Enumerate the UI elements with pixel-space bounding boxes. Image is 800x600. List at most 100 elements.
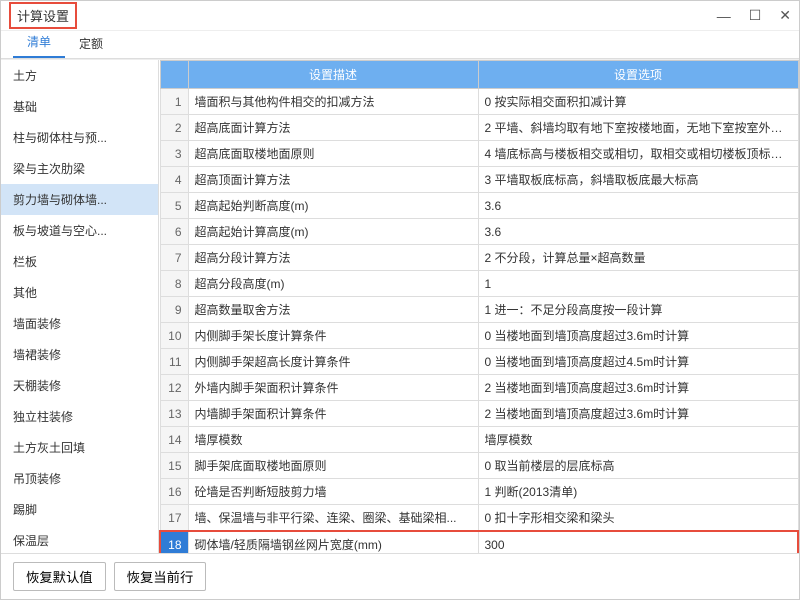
table-row[interactable]: 6超高起始计算高度(m)3.6: [160, 219, 798, 245]
sidebar-item-6[interactable]: 栏板: [1, 246, 158, 277]
settings-table: 设置描述 设置选项 1墙面积与其他构件相交的扣减方法0 按实际相交面积扣减计算2…: [159, 60, 799, 553]
row-option[interactable]: 1 判断(2013清单): [478, 479, 798, 505]
row-option[interactable]: 3.6: [478, 219, 798, 245]
table-row[interactable]: 9超高数量取舍方法1 进一：不足分段高度按一段计算: [160, 297, 798, 323]
restore-default-button[interactable]: 恢复默认值: [13, 562, 106, 591]
row-option[interactable]: 300: [478, 531, 798, 553]
sidebar-item-4[interactable]: 剪力墙与砌体墙...: [1, 184, 158, 215]
row-number: 18: [160, 531, 188, 553]
sidebar-item-13[interactable]: 吊顶装修: [1, 463, 158, 494]
table-row[interactable]: 17墙、保温墙与非平行梁、连梁、圈梁、基础梁相...0 扣十字形相交梁和梁头: [160, 505, 798, 532]
window-title: 计算设置: [9, 2, 77, 29]
table-row[interactable]: 12外墙内脚手架面积计算条件2 当楼地面到墙顶高度超过3.6m时计算: [160, 375, 798, 401]
sidebar-item-12[interactable]: 土方灰土回填: [1, 432, 158, 463]
row-number: 7: [160, 245, 188, 271]
table-row[interactable]: 18砌体墙/轻质隔墙钢丝网片宽度(mm)300: [160, 531, 798, 553]
table-row[interactable]: 16砼墙是否判断短肢剪力墙1 判断(2013清单): [160, 479, 798, 505]
row-option[interactable]: 0 当楼地面到墙顶高度超过4.5m时计算: [478, 349, 798, 375]
row-option[interactable]: 3 平墙取板底标高，斜墙取板底最大标高: [478, 167, 798, 193]
sidebar-item-5[interactable]: 板与坡道与空心...: [1, 215, 158, 246]
sidebar-item-14[interactable]: 踢脚: [1, 494, 158, 525]
row-desc: 超高起始计算高度(m): [188, 219, 478, 245]
main-panel: 设置描述 设置选项 1墙面积与其他构件相交的扣减方法0 按实际相交面积扣减计算2…: [159, 60, 799, 553]
row-number: 14: [160, 427, 188, 453]
row-desc: 超高分段计算方法: [188, 245, 478, 271]
table-row[interactable]: 8超高分段高度(m)1: [160, 271, 798, 297]
table-row[interactable]: 4超高顶面计算方法3 平墙取板底标高，斜墙取板底最大标高: [160, 167, 798, 193]
table-row[interactable]: 5超高起始判断高度(m)3.6: [160, 193, 798, 219]
table-row[interactable]: 11内侧脚手架超高长度计算条件0 当楼地面到墙顶高度超过4.5m时计算: [160, 349, 798, 375]
sidebar-item-2[interactable]: 柱与砌体柱与预...: [1, 122, 158, 153]
row-option[interactable]: 0 扣十字形相交梁和梁头: [478, 505, 798, 532]
sidebar[interactable]: 土方基础柱与砌体柱与预...梁与主次肋梁剪力墙与砌体墙...板与坡道与空心...…: [1, 60, 159, 553]
close-button[interactable]: ✕: [779, 7, 791, 24]
titlebar: 计算设置 — ☐ ✕: [1, 1, 799, 31]
row-option[interactable]: 4 墙底标高与楼板相交或相切，取相交或相切楼板顶标高低...: [478, 141, 798, 167]
tab-bar: 清单定额: [1, 31, 799, 59]
sidebar-item-11[interactable]: 独立柱装修: [1, 401, 158, 432]
tab-0[interactable]: 清单: [13, 27, 65, 58]
table-row[interactable]: 13内墙脚手架面积计算条件2 当楼地面到墙顶高度超过3.6m时计算: [160, 401, 798, 427]
row-number: 11: [160, 349, 188, 375]
row-option[interactable]: 2 不分段，计算总量×超高数量: [478, 245, 798, 271]
restore-current-button[interactable]: 恢复当前行: [114, 562, 207, 591]
row-number: 8: [160, 271, 188, 297]
sidebar-item-3[interactable]: 梁与主次肋梁: [1, 153, 158, 184]
sidebar-item-10[interactable]: 天棚装修: [1, 370, 158, 401]
row-option[interactable]: 0 取当前楼层的层底标高: [478, 453, 798, 479]
row-number: 4: [160, 167, 188, 193]
row-number: 13: [160, 401, 188, 427]
row-number: 10: [160, 323, 188, 349]
content-area: 土方基础柱与砌体柱与预...梁与主次肋梁剪力墙与砌体墙...板与坡道与空心...…: [1, 59, 799, 553]
row-desc: 超高起始判断高度(m): [188, 193, 478, 219]
row-option[interactable]: 墙厚模数: [478, 427, 798, 453]
table-row[interactable]: 2超高底面计算方法2 平墙、斜墙均取有地下室按楼地面，无地下室按室外地坪...: [160, 115, 798, 141]
row-option[interactable]: 1: [478, 271, 798, 297]
row-option[interactable]: 3.6: [478, 193, 798, 219]
table-row[interactable]: 10内侧脚手架长度计算条件0 当楼地面到墙顶高度超过3.6m时计算: [160, 323, 798, 349]
row-desc: 超高底面计算方法: [188, 115, 478, 141]
header-desc: 设置描述: [188, 61, 478, 89]
tab-1[interactable]: 定额: [65, 29, 117, 58]
row-desc: 超高底面取楼地面原则: [188, 141, 478, 167]
row-option[interactable]: 2 平墙、斜墙均取有地下室按楼地面，无地下室按室外地坪...: [478, 115, 798, 141]
row-number: 1: [160, 89, 188, 115]
row-number: 3: [160, 141, 188, 167]
maximize-button[interactable]: ☐: [749, 7, 762, 24]
row-desc: 内墙脚手架面积计算条件: [188, 401, 478, 427]
row-desc: 超高数量取舍方法: [188, 297, 478, 323]
row-desc: 内侧脚手架长度计算条件: [188, 323, 478, 349]
settings-table-wrap[interactable]: 设置描述 设置选项 1墙面积与其他构件相交的扣减方法0 按实际相交面积扣减计算2…: [159, 60, 799, 553]
sidebar-item-1[interactable]: 基础: [1, 91, 158, 122]
sidebar-item-8[interactable]: 墙面装修: [1, 308, 158, 339]
row-desc: 墙、保温墙与非平行梁、连梁、圈梁、基础梁相...: [188, 505, 478, 532]
table-row[interactable]: 14墙厚模数墙厚模数: [160, 427, 798, 453]
sidebar-item-15[interactable]: 保温层: [1, 525, 158, 553]
table-row[interactable]: 7超高分段计算方法2 不分段，计算总量×超高数量: [160, 245, 798, 271]
window-controls: — ☐ ✕: [717, 7, 791, 24]
row-option[interactable]: 0 当楼地面到墙顶高度超过3.6m时计算: [478, 323, 798, 349]
header-option: 设置选项: [478, 61, 798, 89]
table-row[interactable]: 1墙面积与其他构件相交的扣减方法0 按实际相交面积扣减计算: [160, 89, 798, 115]
row-number: 6: [160, 219, 188, 245]
row-number: 2: [160, 115, 188, 141]
row-option[interactable]: 2 当楼地面到墙顶高度超过3.6m时计算: [478, 401, 798, 427]
sidebar-item-0[interactable]: 土方: [1, 60, 158, 91]
row-number: 16: [160, 479, 188, 505]
table-row[interactable]: 3超高底面取楼地面原则4 墙底标高与楼板相交或相切，取相交或相切楼板顶标高低..…: [160, 141, 798, 167]
row-option[interactable]: 2 当楼地面到墙顶高度超过3.6m时计算: [478, 375, 798, 401]
row-number: 17: [160, 505, 188, 532]
footer: 恢复默认值 恢复当前行: [1, 553, 799, 599]
row-option[interactable]: 0 按实际相交面积扣减计算: [478, 89, 798, 115]
sidebar-item-9[interactable]: 墙裙装修: [1, 339, 158, 370]
row-number: 9: [160, 297, 188, 323]
row-desc: 内侧脚手架超高长度计算条件: [188, 349, 478, 375]
sidebar-item-7[interactable]: 其他: [1, 277, 158, 308]
table-row[interactable]: 15脚手架底面取楼地面原则0 取当前楼层的层底标高: [160, 453, 798, 479]
header-num: [160, 61, 188, 89]
row-number: 12: [160, 375, 188, 401]
minimize-button[interactable]: —: [717, 8, 731, 24]
row-desc: 超高分段高度(m): [188, 271, 478, 297]
app-window: 计算设置 — ☐ ✕ 清单定额 土方基础柱与砌体柱与预...梁与主次肋梁剪力墙与…: [0, 0, 800, 600]
row-option[interactable]: 1 进一：不足分段高度按一段计算: [478, 297, 798, 323]
